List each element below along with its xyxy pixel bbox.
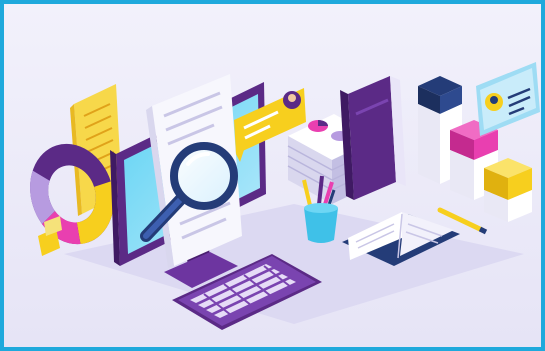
books-icon — [340, 76, 406, 200]
id-card-icon — [476, 62, 540, 136]
image-frame — [0, 0, 545, 351]
isometric-workspace-illustration — [30, 62, 540, 330]
